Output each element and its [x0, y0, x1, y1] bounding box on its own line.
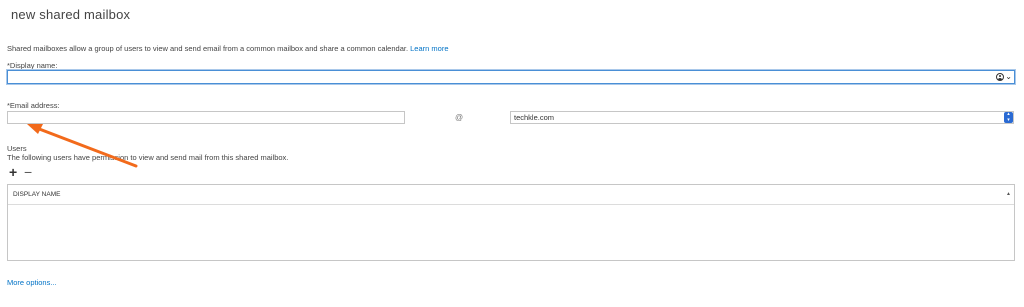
person-icon[interactable]: [996, 73, 1005, 81]
users-table: DISPLAY NAME ▲: [7, 184, 1015, 261]
new-shared-mailbox-dialog: new shared mailbox Shared mailboxes allo…: [0, 0, 1024, 307]
users-section-description: The following users have permission to v…: [7, 153, 289, 162]
chevron-down-icon[interactable]: ⌄: [1005, 72, 1012, 82]
learn-more-link[interactable]: Learn more: [410, 44, 448, 53]
intro-description: Shared mailboxes allow a group of users …: [7, 44, 409, 53]
display-name-picker[interactable]: ⌄: [996, 72, 1012, 82]
select-spinner-icon[interactable]: ▴ ▾: [1004, 111, 1013, 123]
add-user-button[interactable]: +: [9, 165, 17, 179]
display-name-label: *Display name:: [7, 61, 58, 70]
display-name-column-header[interactable]: DISPLAY NAME: [13, 191, 60, 198]
display-name-input[interactable]: ⌄: [7, 70, 1015, 84]
at-sign: @: [455, 113, 464, 122]
email-alias-input[interactable]: [7, 111, 405, 124]
domain-select-value: techkle.com: [514, 113, 555, 122]
email-address-label: *Email address:: [7, 101, 60, 110]
domain-select[interactable]: techkle.com ▴ ▾: [510, 111, 1014, 124]
users-table-header[interactable]: DISPLAY NAME ▲: [8, 185, 1014, 205]
users-section-title: Users: [7, 144, 27, 153]
intro-text: Shared mailboxes allow a group of users …: [7, 44, 449, 53]
page-title: new shared mailbox: [11, 7, 131, 22]
more-options-link[interactable]: More options...: [7, 278, 57, 287]
sort-ascending-icon[interactable]: ▲: [1006, 191, 1011, 197]
remove-user-button[interactable]: −: [24, 165, 32, 179]
